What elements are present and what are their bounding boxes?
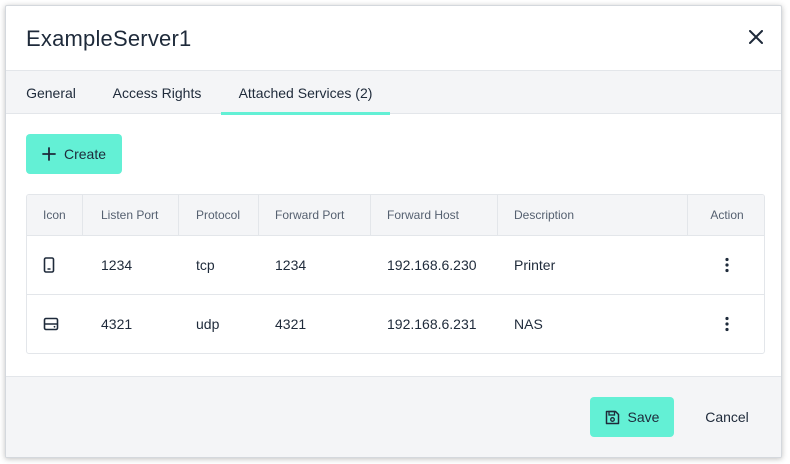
cancel-button[interactable]: Cancel	[692, 397, 762, 437]
dialog-header: ExampleServer1	[6, 6, 781, 70]
column-header-protocol[interactable]: Protocol	[179, 195, 259, 235]
forward-port-cell: 4321	[275, 316, 307, 332]
kebab-menu-icon	[725, 316, 729, 332]
column-header-forward-host[interactable]: Forward Host	[371, 195, 498, 235]
tab-content: Create Icon Listen Port Protocol Forward…	[6, 114, 781, 376]
mobile-device-icon	[43, 257, 55, 273]
dialog-footer: Save Cancel	[6, 376, 781, 457]
description-cell: NAS	[514, 316, 543, 332]
close-icon	[749, 30, 763, 44]
plus-icon	[42, 147, 56, 161]
table-row[interactable]: 4321 udp 4321 192.168.6.231 NAS	[27, 295, 764, 353]
protocol-cell: udp	[196, 316, 220, 332]
save-button[interactable]: Save	[590, 397, 674, 437]
table-row[interactable]: 1234 tcp 1234 192.168.6.230 Printer	[27, 236, 764, 295]
row-action-button[interactable]	[717, 312, 737, 336]
floppy-disk-icon	[605, 410, 619, 424]
tab-access-rights[interactable]: Access Rights	[96, 71, 218, 114]
description-cell: Printer	[514, 257, 556, 273]
table-header: Icon Listen Port Protocol Forward Port F…	[27, 195, 764, 236]
column-header-listen-port[interactable]: Listen Port	[83, 195, 179, 235]
tab-bar: General Access Rights Attached Services …	[6, 70, 781, 115]
storage-drive-icon	[43, 317, 59, 331]
close-button[interactable]	[745, 26, 767, 48]
column-header-action: Action	[710, 208, 744, 222]
create-button-label: Create	[63, 146, 107, 162]
action-cell	[688, 295, 764, 353]
listen-port-cell: 1234	[101, 257, 133, 273]
kebab-menu-icon	[725, 257, 729, 273]
server-dialog: ExampleServer1 General Access Rights Att…	[5, 5, 782, 458]
save-button-label: Save	[627, 409, 660, 425]
column-header-icon: Icon	[27, 195, 83, 235]
forward-host-cell: 192.168.6.230	[387, 257, 477, 273]
create-button[interactable]: Create	[26, 134, 122, 174]
listen-port-cell: 4321	[101, 316, 133, 332]
tab-attached-services[interactable]: Attached Services (2)	[221, 71, 390, 115]
forward-host-cell: 192.168.6.231	[387, 316, 477, 332]
row-icon-cell	[27, 236, 83, 294]
row-icon-cell	[27, 295, 83, 353]
column-header-description[interactable]: Description	[498, 195, 688, 235]
row-action-button[interactable]	[717, 253, 737, 277]
action-cell	[688, 236, 764, 294]
forward-port-cell: 1234	[275, 257, 307, 273]
services-table: Icon Listen Port Protocol Forward Port F…	[26, 194, 765, 354]
dialog-title: ExampleServer1	[26, 26, 192, 51]
tab-general[interactable]: General	[6, 71, 96, 114]
protocol-cell: tcp	[196, 257, 215, 273]
column-header-forward-port[interactable]: Forward Port	[259, 195, 371, 235]
